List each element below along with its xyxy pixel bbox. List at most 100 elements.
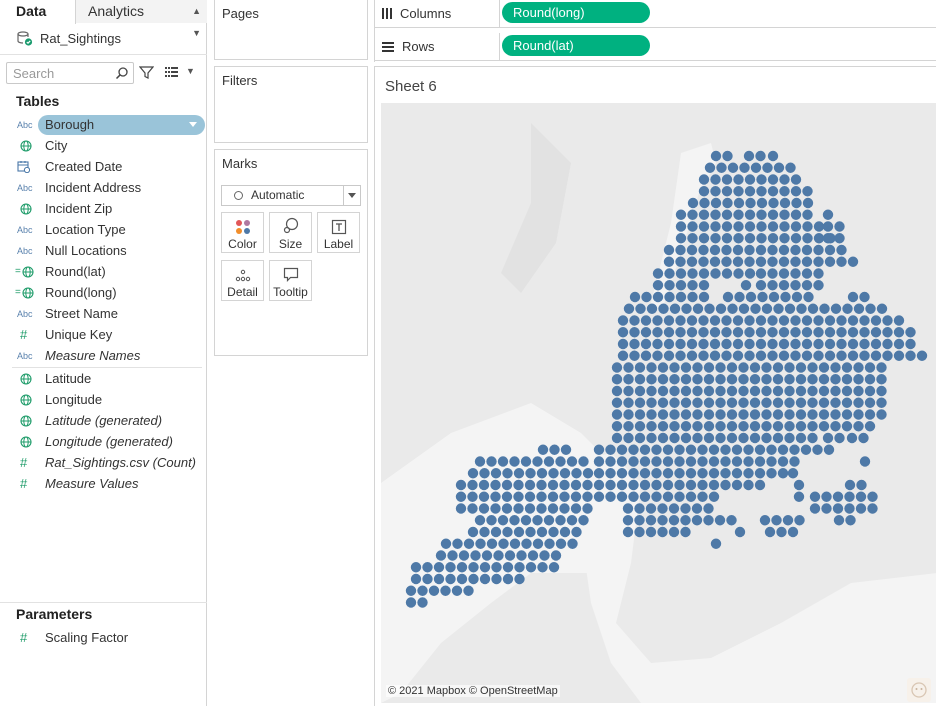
- field-longitude-generated[interactable]: Longitude (generated): [0, 431, 207, 452]
- sighting-mark[interactable]: [668, 515, 680, 526]
- sighting-mark[interactable]: [756, 221, 767, 232]
- sighting-mark[interactable]: [761, 303, 773, 314]
- sighting-mark[interactable]: [680, 526, 691, 538]
- sighting-mark[interactable]: [675, 233, 687, 244]
- sighting-mark[interactable]: [662, 468, 674, 479]
- sighting-mark[interactable]: [502, 526, 513, 538]
- sighting-mark[interactable]: [646, 362, 657, 373]
- sighting-mark[interactable]: [708, 491, 720, 502]
- sighting-mark[interactable]: [697, 479, 708, 491]
- sighting-mark[interactable]: [836, 350, 847, 361]
- sighting-mark[interactable]: [721, 244, 732, 256]
- sighting-mark[interactable]: [836, 327, 847, 338]
- sighting-mark[interactable]: [744, 327, 755, 338]
- sighting-mark[interactable]: [555, 515, 566, 526]
- sighting-mark[interactable]: [547, 491, 559, 502]
- sighting-mark[interactable]: [757, 291, 768, 303]
- sighting-mark[interactable]: [657, 374, 669, 385]
- sighting-mark[interactable]: [859, 291, 870, 303]
- sighting-mark[interactable]: [555, 456, 566, 467]
- sighting-mark[interactable]: [813, 233, 825, 244]
- sighting-mark[interactable]: [547, 503, 559, 514]
- sighting-mark[interactable]: [744, 315, 755, 326]
- sighting-mark[interactable]: [824, 256, 836, 267]
- sighting-mark[interactable]: [698, 315, 709, 326]
- sighting-mark[interactable]: [623, 409, 634, 420]
- sighting-mark[interactable]: [536, 503, 547, 514]
- sighting-mark[interactable]: [855, 503, 867, 514]
- sighting-mark[interactable]: [830, 303, 842, 314]
- sighting-mark[interactable]: [767, 209, 779, 220]
- sighting-mark[interactable]: [675, 244, 686, 256]
- sighting-mark[interactable]: [726, 409, 738, 420]
- sighting-mark[interactable]: [639, 479, 651, 491]
- field-incident-address[interactable]: Abc Incident Address: [0, 177, 207, 198]
- sighting-mark[interactable]: [855, 491, 867, 502]
- sighting-mark[interactable]: [640, 338, 652, 350]
- sighting-mark[interactable]: [692, 421, 703, 432]
- sighting-mark[interactable]: [445, 573, 456, 585]
- sighting-mark[interactable]: [789, 456, 800, 467]
- sighting-mark[interactable]: [893, 327, 905, 338]
- sighting-mark[interactable]: [634, 385, 646, 397]
- sighting-mark[interactable]: [755, 350, 767, 361]
- sighting-mark[interactable]: [734, 526, 746, 538]
- sighting-mark[interactable]: [652, 280, 664, 291]
- sighting-mark[interactable]: [663, 350, 675, 361]
- sighting-mark[interactable]: [685, 444, 697, 455]
- sighting-mark[interactable]: [680, 374, 692, 385]
- sighting-mark[interactable]: [818, 385, 830, 397]
- sighting-mark[interactable]: [467, 479, 478, 491]
- sighting-mark[interactable]: [628, 491, 639, 502]
- sighting-mark[interactable]: [502, 562, 514, 573]
- sighting-mark[interactable]: [513, 526, 525, 538]
- sighting-mark[interactable]: [617, 350, 629, 361]
- sighting-mark[interactable]: [440, 585, 451, 596]
- sighting-mark[interactable]: [807, 397, 818, 408]
- sighting-mark[interactable]: [791, 197, 802, 209]
- sighting-mark[interactable]: [698, 327, 709, 338]
- sighting-mark[interactable]: [767, 186, 779, 197]
- field-location-type[interactable]: Abc Location Type: [0, 219, 207, 240]
- sighting-mark[interactable]: [509, 538, 521, 549]
- sighting-mark[interactable]: [853, 303, 865, 314]
- sighting-mark[interactable]: [830, 409, 841, 420]
- sighting-mark[interactable]: [710, 221, 721, 232]
- sighting-mark[interactable]: [721, 327, 732, 338]
- sighting-mark[interactable]: [525, 562, 537, 573]
- sighting-mark[interactable]: [882, 350, 893, 361]
- sighting-mark[interactable]: [703, 362, 715, 373]
- sighting-mark[interactable]: [803, 291, 814, 303]
- sighting-mark[interactable]: [698, 186, 710, 197]
- sighting-mark[interactable]: [807, 362, 818, 373]
- search-input[interactable]: [7, 63, 111, 83]
- field-city[interactable]: City: [0, 135, 207, 156]
- sighting-mark[interactable]: [801, 327, 813, 338]
- field-round-long[interactable]: = Round(long): [0, 282, 207, 303]
- sighting-mark[interactable]: [733, 233, 744, 244]
- sighting-mark[interactable]: [822, 432, 834, 444]
- sighting-mark[interactable]: [739, 162, 750, 173]
- sighting-mark[interactable]: [692, 374, 703, 385]
- sighting-mark[interactable]: [634, 397, 646, 408]
- sighting-mark[interactable]: [802, 186, 813, 197]
- sighting-mark[interactable]: [490, 526, 502, 538]
- sighting-mark[interactable]: [570, 503, 582, 514]
- sighting-mark[interactable]: [864, 421, 876, 432]
- sighting-mark[interactable]: [685, 468, 697, 479]
- sighting-mark[interactable]: [524, 503, 536, 514]
- sighting-mark[interactable]: [822, 209, 834, 220]
- sighting-mark[interactable]: [697, 491, 708, 502]
- sighting-mark[interactable]: [710, 268, 721, 279]
- sighting-mark[interactable]: [856, 479, 867, 491]
- sighting-mark[interactable]: [675, 291, 687, 303]
- sighting-mark[interactable]: [790, 209, 802, 220]
- sighting-mark[interactable]: [662, 491, 674, 502]
- sighting-mark[interactable]: [876, 362, 887, 373]
- search-icon[interactable]: [115, 66, 129, 80]
- sighting-mark[interactable]: [813, 327, 824, 338]
- sighting-mark[interactable]: [570, 491, 582, 502]
- sighting-mark[interactable]: [410, 562, 422, 573]
- sighting-mark[interactable]: [841, 374, 853, 385]
- sighting-mark[interactable]: [611, 432, 623, 444]
